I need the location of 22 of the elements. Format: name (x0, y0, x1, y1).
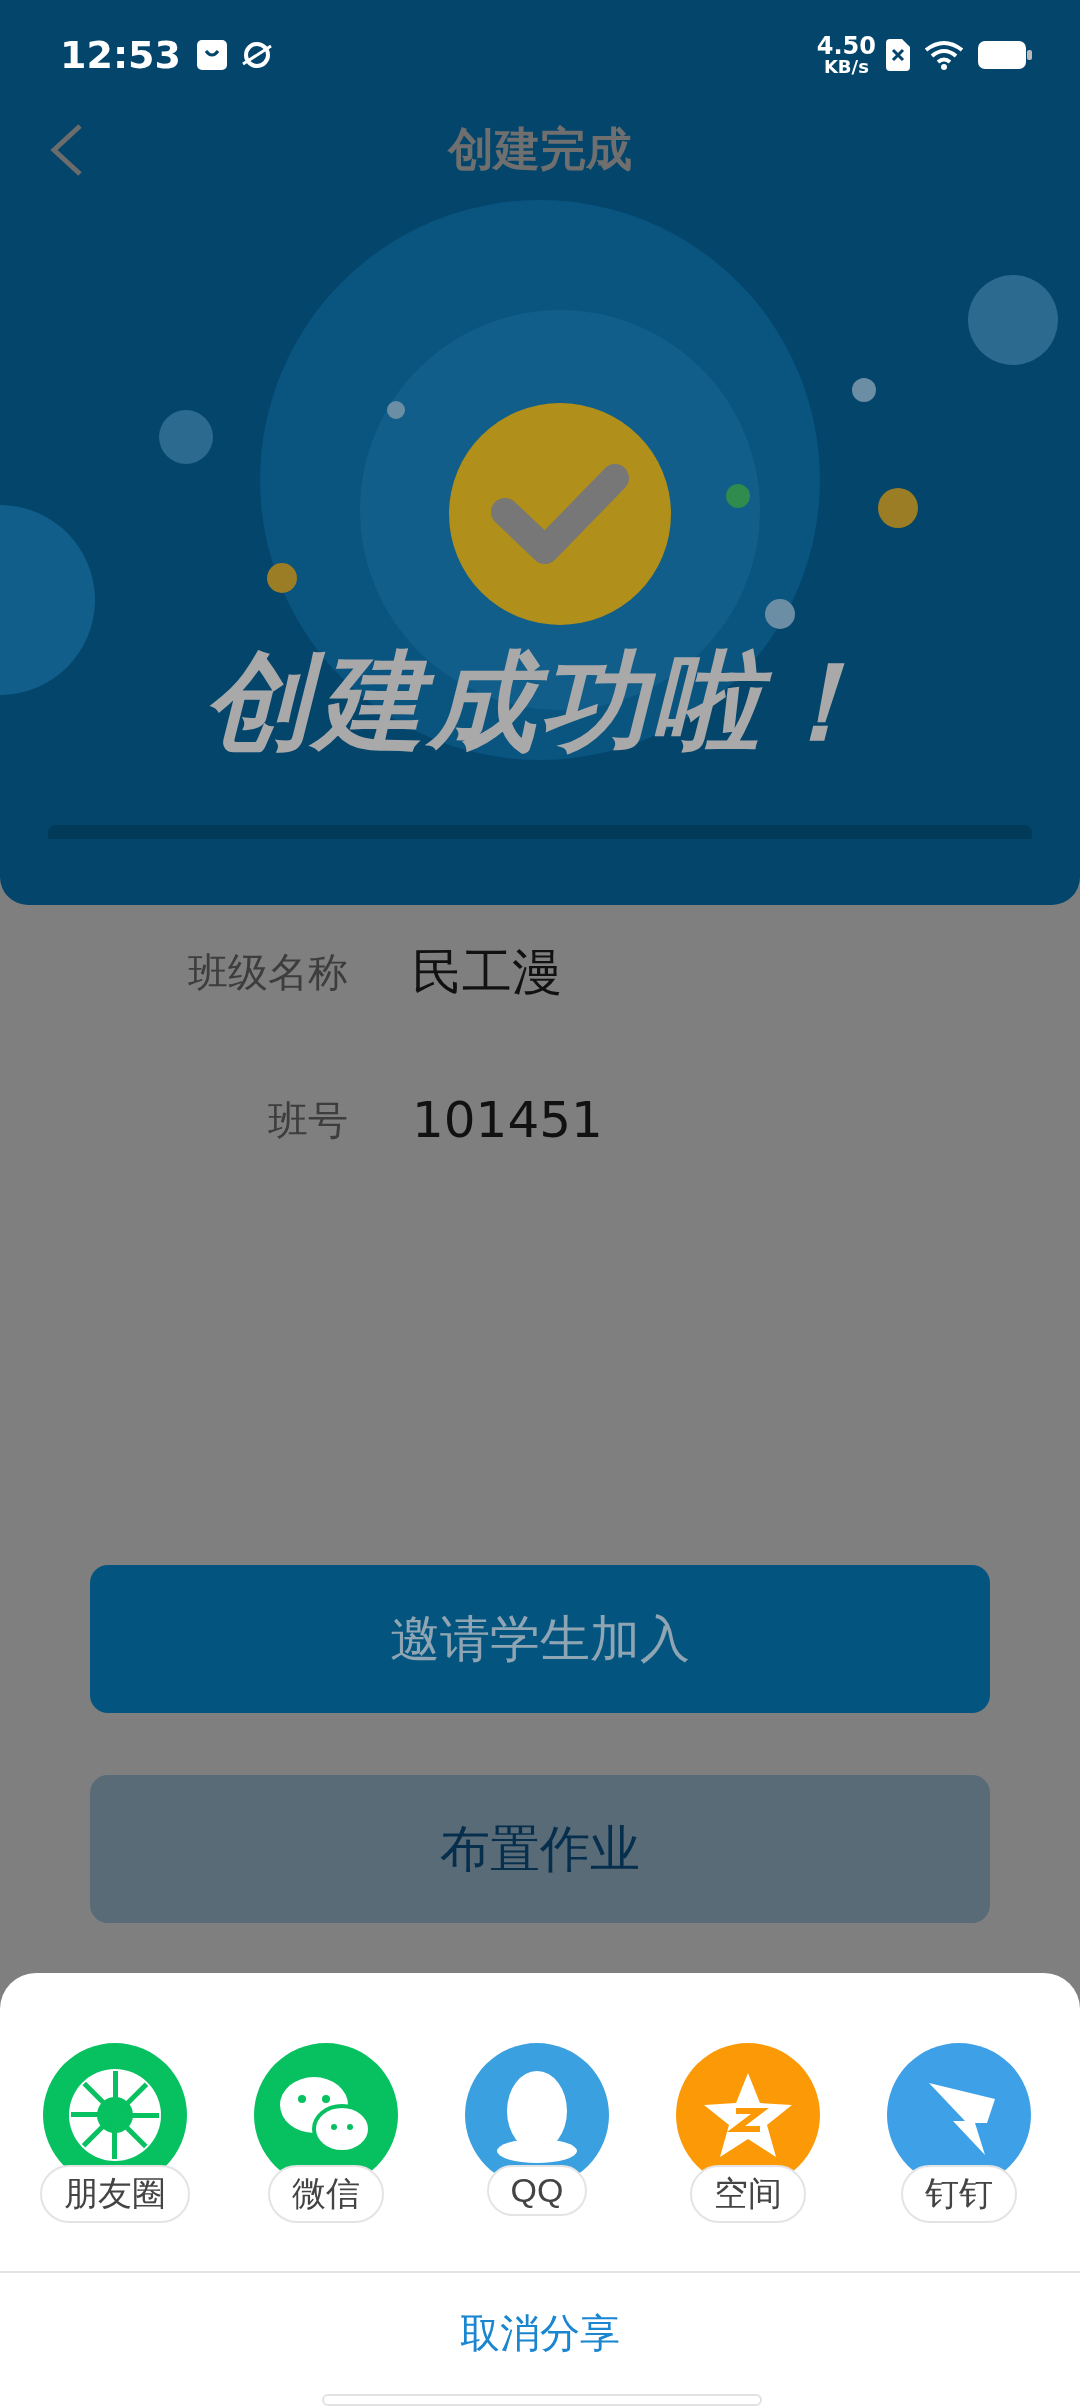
share-label: 朋友圈 (40, 2165, 190, 2223)
share-option[interactable]: 微信 (241, 2043, 411, 2223)
info-label: 班级名称 (187, 948, 348, 997)
share-option[interactable]: 钉钉 (874, 2043, 1044, 2223)
share-label: 微信 (268, 2165, 384, 2223)
share-option[interactable]: 朋友圈 (30, 2043, 200, 2223)
info-value: 101451 (412, 1091, 603, 1149)
share-option[interactable]: 空间 (663, 2043, 833, 2223)
cancel-share-button[interactable]: 取消分享 (454, 2305, 626, 2362)
sim-icon (886, 39, 910, 71)
share-option[interactable]: QQ (452, 2043, 622, 2216)
share-label: QQ (486, 2165, 588, 2216)
status-time: 12:53 (60, 33, 181, 77)
share-label: 钉钉 (901, 2165, 1017, 2223)
success-slogan: 创建成功啦！ (204, 638, 876, 766)
wifi-icon (924, 40, 964, 70)
info-label: 班号 (267, 1095, 348, 1145)
info-value: 民工漫 (412, 942, 562, 1003)
network-speed: 4.50 KB/s (816, 34, 876, 76)
page-title: 创建完成 (448, 121, 632, 178)
share-label: 空间 (690, 2165, 806, 2223)
battery-icon (978, 41, 1032, 69)
